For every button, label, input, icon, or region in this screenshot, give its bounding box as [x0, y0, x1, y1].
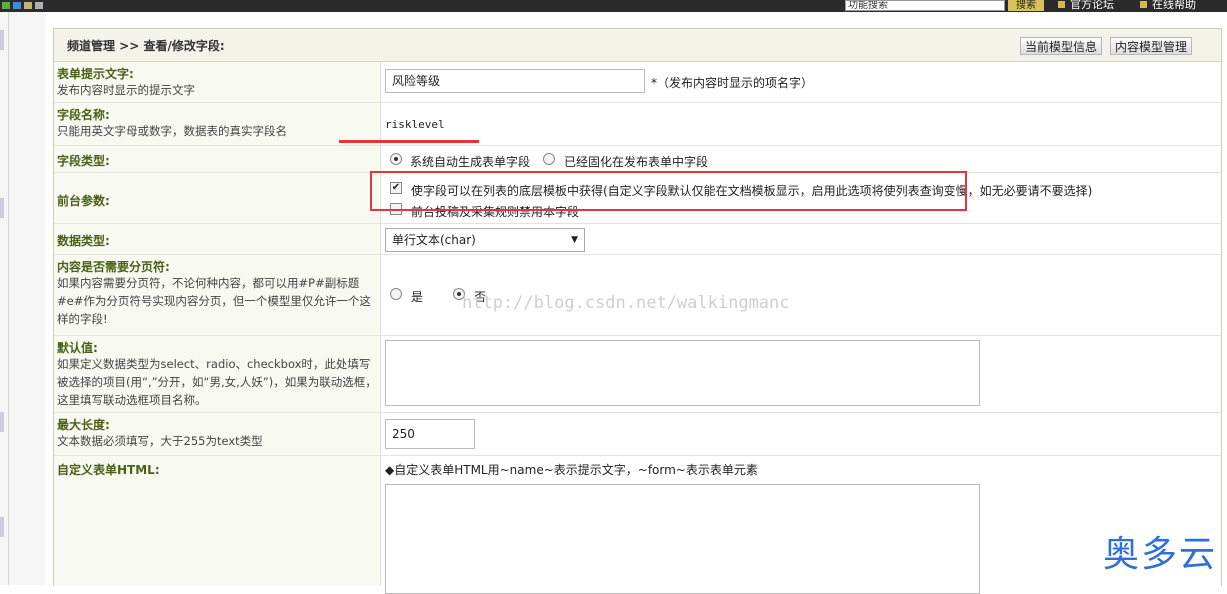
current-model-info-button[interactable]: 当前模型信息 [1020, 37, 1103, 55]
field-title: 默认值: [57, 341, 98, 355]
content-model-manage-button[interactable]: 内容模型管理 [1110, 37, 1193, 55]
row-label-cell: 内容是否需要分页符: 如果内容需要分页符，不论何种内容，都可以用#P#副标题#e… [54, 255, 381, 335]
row-label-cell: 数据类型: [54, 224, 381, 254]
row-value-cell: 风险等级 *（发布内容时显示的项名字） [381, 62, 1221, 102]
watermark: http://blog.csdn.net/walkingmanc [462, 293, 790, 313]
search-input[interactable]: 功能搜索 [845, 0, 1005, 11]
row-value-cell: 系统自动生成表单字段 已经固化在发布表单中字段 [381, 146, 1221, 172]
field-title: 前台参数: [57, 194, 110, 208]
search-button[interactable]: 搜索 [1008, 0, 1044, 11]
field-type-radio-auto[interactable] [390, 153, 402, 165]
field-desc: 如果内容需要分页符，不论何种内容，都可以用#P#副标题#e#作为分页符号实现内容… [57, 276, 371, 326]
field-title: 最大长度: [57, 418, 110, 432]
field-name-value: risklevel [385, 118, 445, 131]
paging-option-label: 是 [411, 290, 424, 304]
gutter-marker [0, 412, 4, 432]
field-title: 字段名称: [57, 108, 110, 122]
field-type-radio-fixed[interactable] [543, 153, 555, 165]
row-default-value: 默认值: 如果定义数据类型为select、radio、checkbox时，此处填… [54, 336, 1221, 413]
field-type-option-label: 系统自动生成表单字段 [410, 155, 531, 169]
left-gutter [0, 12, 45, 585]
forum-link[interactable]: 官方论坛 [1058, 0, 1114, 12]
field-title: 数据类型: [57, 234, 110, 248]
row-max-length: 最大长度: 文本数据必须填写，大于255为text类型 250 [54, 413, 1221, 456]
app-icon [24, 2, 32, 9]
custom-html-textarea[interactable] [385, 484, 980, 594]
app-icon [2, 2, 10, 9]
data-type-selected: 单行文本(char) [392, 233, 476, 247]
row-label-cell: 字段类型: [54, 146, 381, 172]
app-icon [13, 2, 21, 9]
row-value-cell: ◆自定义表单HTML用~name~表示提示文字，~form~表示表单元素 [381, 456, 1221, 594]
breadcrumb: 频道管理 >> 查看/修改字段: [67, 39, 225, 53]
field-desc: 发布内容时显示的提示文字 [57, 83, 195, 97]
row-label-cell: 表单提示文字: 发布内容时显示的提示文字 [54, 62, 381, 102]
forum-link-label: 官方论坛 [1070, 0, 1114, 11]
brand-logo: 奥多云 [1102, 534, 1217, 575]
row-field-type: 字段类型: 系统自动生成表单字段 已经固化在发布表单中字段 [54, 146, 1221, 173]
panel-header: 频道管理 >> 查看/修改字段: 当前模型信息 内容模型管理 [54, 29, 1221, 62]
gutter-marker [0, 198, 4, 218]
dropdown-arrow-icon: ▼ [571, 235, 578, 245]
field-title: 字段类型: [57, 154, 110, 168]
help-link[interactable]: 在线帮助 [1140, 0, 1196, 12]
max-length-input[interactable]: 250 [385, 419, 475, 449]
row-data-type: 数据类型: 单行文本(char) ▼ [54, 224, 1221, 255]
forum-icon [1058, 1, 1065, 8]
field-title: 自定义表单HTML: [57, 463, 160, 477]
field-desc: 如果定义数据类型为select、radio、checkbox时，此处填写被选择的… [57, 357, 377, 407]
row-label-cell: 最大长度: 文本数据必须填写，大于255为text类型 [54, 413, 381, 455]
row-field-name: 字段名称: 只能用英文字母或数字，数据表的真实字段名 risklevel [54, 103, 1221, 146]
gutter-marker [0, 517, 4, 537]
custom-html-hint: ◆自定义表单HTML用~name~表示提示文字，~form~表示表单元素 [385, 463, 758, 477]
label-text-input[interactable]: 风险等级 [385, 69, 645, 93]
data-type-select[interactable]: 单行文本(char) ▼ [385, 228, 585, 252]
paging-radio-yes[interactable] [390, 288, 402, 300]
row-value-cell: 单行文本(char) ▼ [381, 224, 1221, 254]
gutter-divider [8, 12, 9, 585]
field-title: 内容是否需要分页符: [57, 260, 170, 274]
label-text-note: *（发布内容时显示的项名字） [651, 76, 814, 90]
row-custom-html: 自定义表单HTML: ◆自定义表单HTML用~name~表示提示文字，~form… [54, 456, 1221, 594]
default-value-textarea[interactable] [385, 340, 980, 406]
app-icon [35, 2, 43, 9]
row-value-cell: risklevel [381, 103, 1221, 145]
help-icon [1140, 1, 1147, 8]
row-label-cell: 默认值: 如果定义数据类型为select、radio、checkbox时，此处填… [54, 336, 381, 412]
red-underline-annotation [339, 140, 479, 143]
row-value-cell [381, 336, 1221, 412]
field-type-option-label: 已经固化在发布表单中字段 [564, 155, 709, 169]
row-value-cell: 250 [381, 413, 1221, 455]
gutter-marker [0, 30, 4, 50]
row-label-cell: 前台参数: [54, 173, 381, 223]
row-label-text: 表单提示文字: 发布内容时显示的提示文字 风险等级 *（发布内容时显示的项名字） [54, 62, 1221, 103]
field-title: 表单提示文字: [57, 67, 134, 81]
row-label-cell: 字段名称: 只能用英文字母或数字，数据表的真实字段名 [54, 103, 381, 145]
field-desc: 只能用英文字母或数字，数据表的真实字段名 [57, 124, 287, 138]
field-desc: 文本数据必须填写，大于255为text类型 [57, 434, 263, 448]
top-bar: 功能搜索 搜索 官方论坛 在线帮助 [0, 0, 1227, 12]
help-link-label: 在线帮助 [1152, 0, 1196, 11]
red-box-annotation [370, 171, 967, 211]
row-label-cell: 自定义表单HTML: [54, 456, 381, 586]
